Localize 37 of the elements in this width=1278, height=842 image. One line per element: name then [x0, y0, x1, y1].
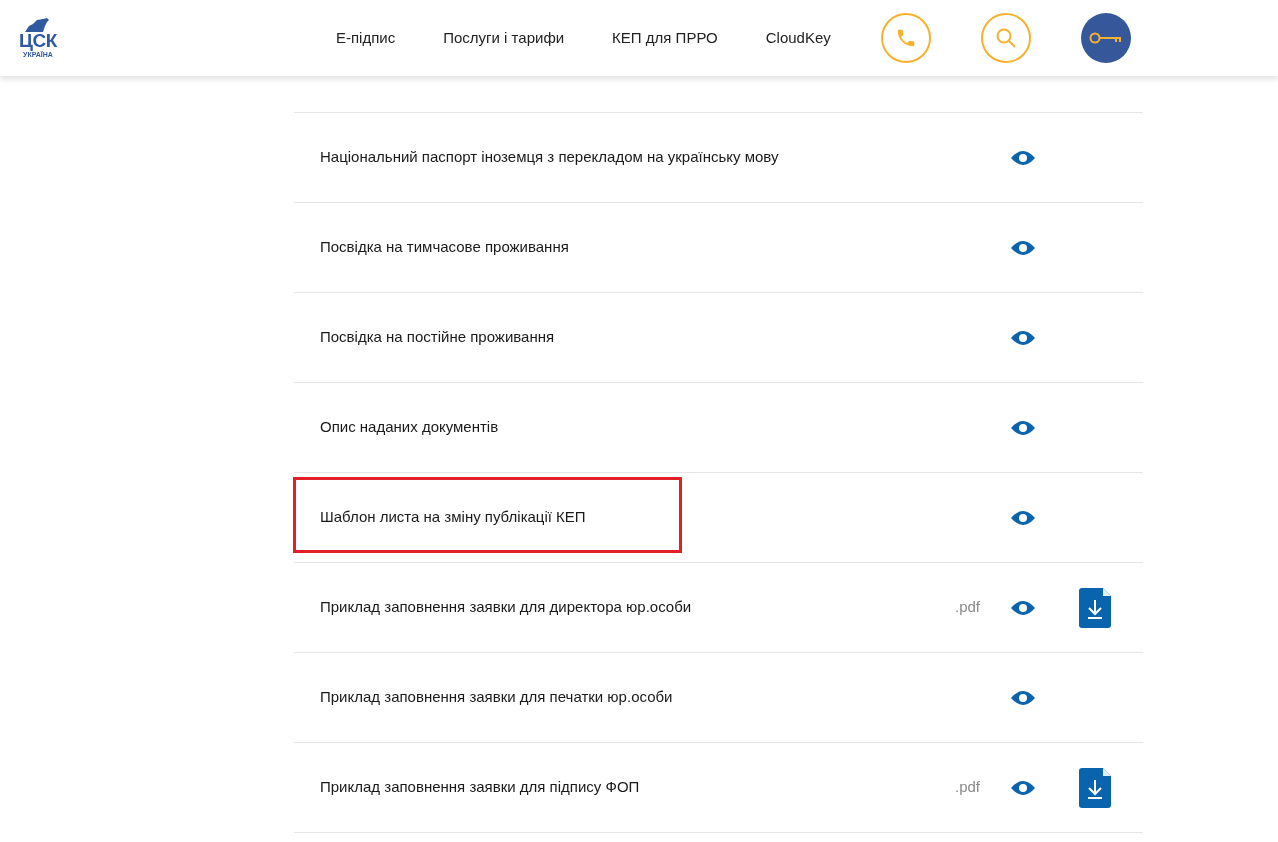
- key-button[interactable]: [1080, 13, 1131, 63]
- nav-link[interactable]: CloudKey: [765, 26, 831, 50]
- document-title[interactable]: Шаблон листа на зміну публікації КЕП: [320, 506, 934, 529]
- view-button[interactable]: [1010, 418, 1036, 437]
- logo-title[interactable]: ЦСК: [19, 31, 57, 50]
- document-title[interactable]: Опис наданих документів: [320, 416, 934, 439]
- nav-link[interactable]: КЕП для ПРРО: [612, 26, 718, 50]
- eye-icon: [1010, 418, 1036, 437]
- download-button[interactable]: [1079, 767, 1111, 808]
- file-download-icon: [1079, 767, 1111, 808]
- view-button[interactable]: [1010, 148, 1036, 167]
- eye-icon: [1010, 688, 1036, 707]
- eye-icon: [1010, 328, 1036, 347]
- document-title[interactable]: Посвідка на постійне проживання: [320, 326, 934, 349]
- view-button[interactable]: [1010, 238, 1036, 257]
- document-title[interactable]: Приклад заповнення заявки для директора юр.особи: [320, 596, 934, 619]
- download-button[interactable]: [1079, 587, 1111, 628]
- document-title[interactable]: Приклад заповнення заявки для підпису ФОП: [320, 776, 934, 799]
- eye-icon: [1010, 778, 1036, 797]
- file-download-icon: [1079, 587, 1111, 628]
- eye-icon: [1010, 508, 1036, 527]
- document-title[interactable]: Посвідка на тимчасове проживання: [320, 236, 934, 259]
- view-button[interactable]: [1010, 778, 1036, 797]
- document-title[interactable]: Приклад заповнення заявки для печатки юр.особи: [320, 686, 934, 709]
- document-title[interactable]: Національний паспорт іноземця з перекладом на українську мову: [320, 146, 934, 169]
- eye-icon: [1010, 238, 1036, 257]
- view-button[interactable]: [1010, 328, 1036, 347]
- nav-link[interactable]: Послуги і тарифи: [443, 26, 565, 50]
- view-button[interactable]: [1010, 598, 1036, 617]
- key-icon: [1088, 31, 1123, 45]
- view-button[interactable]: [1010, 508, 1036, 527]
- nav-link[interactable]: Е-підпис: [336, 26, 396, 50]
- eye-icon: [1010, 148, 1036, 167]
- file-format: .pdf: [954, 597, 980, 618]
- file-format: .pdf: [954, 777, 980, 798]
- view-button[interactable]: [1010, 688, 1036, 707]
- eye-icon: [1010, 598, 1036, 617]
